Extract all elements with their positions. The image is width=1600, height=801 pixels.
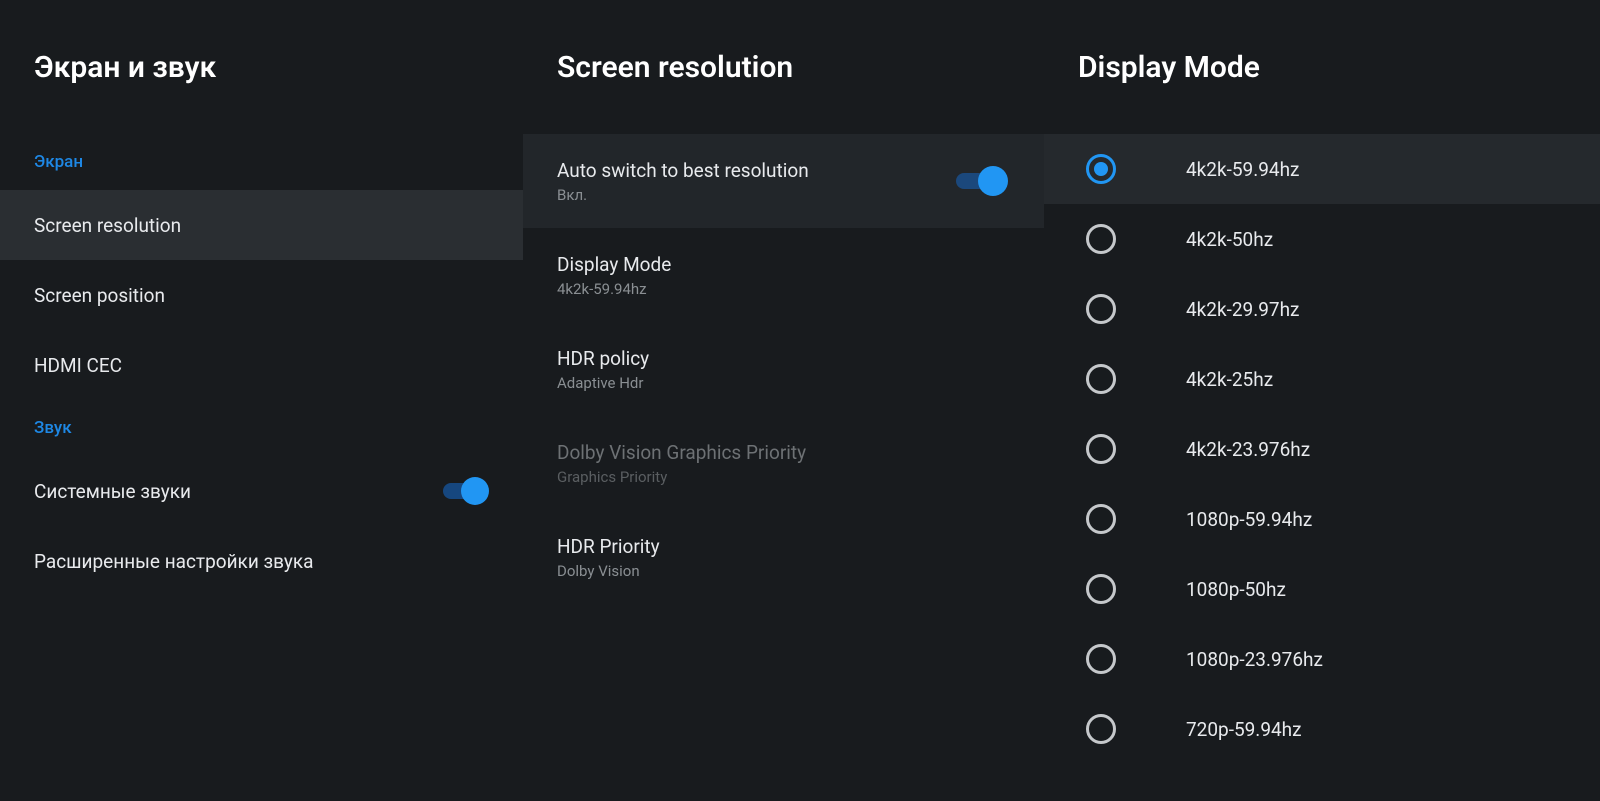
settings-row-subtitle: 4k2k-59.94hz [557,280,1010,298]
settings-row-title: Dolby Vision Graphics Priority [557,441,1010,464]
radio-unchecked-icon [1086,364,1116,394]
sidebar-item-label: Screen position [34,284,165,307]
sidebar-item-label: Системные звуки [34,480,191,503]
settings-row-subtitle: Вкл. [557,186,940,204]
settings-row[interactable]: HDR policy Adaptive Hdr [523,322,1044,416]
display-mode-option[interactable]: 4k2k-59.94hz [1044,134,1600,204]
display-mode-option[interactable]: 1080p-50hz [1044,554,1600,624]
settings-row-subtitle: Dolby Vision [557,562,1010,580]
sidebar-item-screen-resolution[interactable]: Screen resolution [0,190,523,260]
settings-row[interactable]: HDR Priority Dolby Vision [523,510,1044,604]
sidebar-item-label: Screen resolution [34,214,181,237]
settings-row-title: Display Mode [557,253,1010,276]
settings-row-subtitle: Adaptive Hdr [557,374,1010,392]
radio-unchecked-icon [1086,644,1116,674]
page-title: Экран и звук [0,0,523,134]
radio-unchecked-icon [1086,224,1116,254]
settings-row-title: HDR policy [557,347,1010,370]
settings-row[interactable]: Auto switch to best resolution Вкл. [523,134,1044,228]
display-mode-option[interactable]: 4k2k-29.97hz [1044,274,1600,344]
radio-unchecked-icon [1086,504,1116,534]
settings-row-title: Auto switch to best resolution [557,159,940,182]
toggle-auto-resolution[interactable] [956,166,1010,196]
display-mode-label: 4k2k-29.97hz [1186,298,1299,321]
display-mode-label: 4k2k-59.94hz [1186,158,1299,181]
radio-unchecked-icon [1086,714,1116,744]
display-mode-option[interactable]: 4k2k-50hz [1044,204,1600,274]
section-title: Screen resolution [523,0,1044,134]
sidebar-item-hdmi-cec[interactable]: HDMI CEC [0,330,523,400]
section-title: Display Mode [1044,0,1600,134]
sidebar-level-3: Display Mode 4k2k-59.94hz 4k2k-50hz 4k2k-2… [1044,0,1600,801]
sidebar-level-2: Screen resolution Auto switch to best re… [523,0,1044,801]
settings-row-subtitle: Graphics Priority [557,468,1010,486]
display-mode-option[interactable]: 1080p-23.976hz [1044,624,1600,694]
display-mode-label: 4k2k-25hz [1186,368,1273,391]
radio-unchecked-icon [1086,434,1116,464]
display-mode-label: 1080p-59.94hz [1186,508,1312,531]
toggle-system-sounds[interactable] [443,477,489,505]
sidebar-level-1: Экран и звук Экран Screen resolution Scr… [0,0,523,801]
display-mode-label: 4k2k-50hz [1186,228,1273,251]
sidebar-item-label: HDMI CEC [34,354,122,377]
settings-row[interactable]: Display Mode 4k2k-59.94hz [523,228,1044,322]
display-mode-label: 720p-59.94hz [1186,718,1302,741]
display-mode-label: 1080p-50hz [1186,578,1286,601]
display-mode-label: 4k2k-23.976hz [1186,438,1310,461]
display-mode-option[interactable]: 4k2k-23.976hz [1044,414,1600,484]
settings-row: Dolby Vision Graphics Priority Graphics P… [523,416,1044,510]
section-label-screen: Экран [0,134,523,190]
radio-unchecked-icon [1086,574,1116,604]
radio-checked-icon [1086,154,1116,184]
sidebar-item-screen-position[interactable]: Screen position [0,260,523,330]
section-label-sound: Звук [0,400,523,456]
display-mode-option[interactable]: 720p-59.94hz [1044,694,1600,764]
sidebar-item-system-sounds[interactable]: Системные звуки [0,456,523,526]
display-mode-option[interactable]: 1080p-59.94hz [1044,484,1600,554]
display-mode-option[interactable]: 4k2k-25hz [1044,344,1600,414]
sidebar-item-advanced-sound[interactable]: Расширенные настройки звука [0,526,523,596]
sidebar-item-label: Расширенные настройки звука [34,550,314,573]
display-mode-label: 1080p-23.976hz [1186,648,1323,671]
radio-unchecked-icon [1086,294,1116,324]
settings-row-title: HDR Priority [557,535,1010,558]
